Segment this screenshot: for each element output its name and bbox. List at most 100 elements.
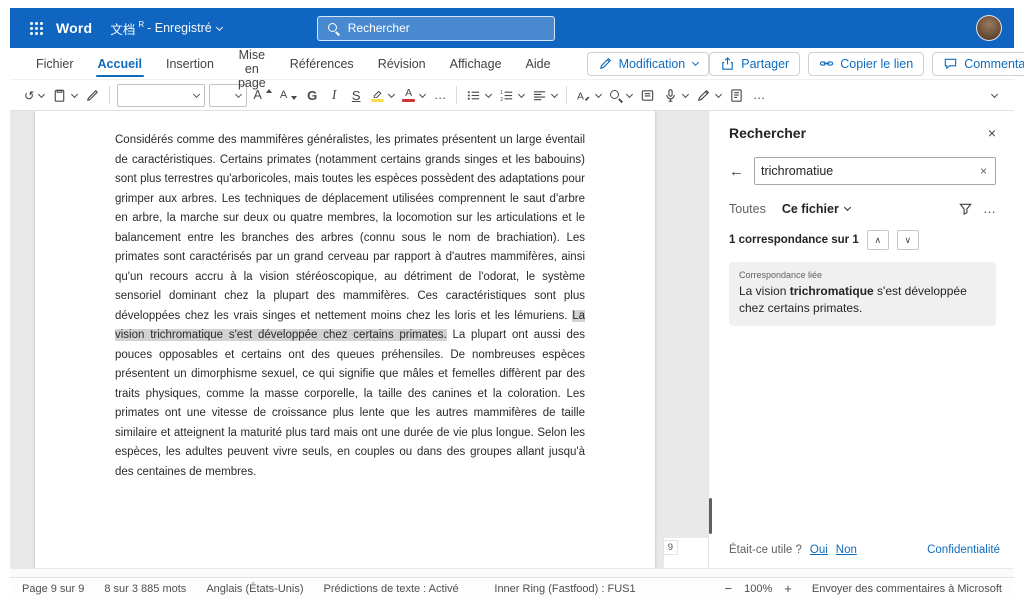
caret-down-icon <box>291 96 297 100</box>
reader-view-button[interactable] <box>636 82 659 108</box>
find-button[interactable] <box>605 82 636 108</box>
tab-insertion[interactable]: Insertion <box>154 48 226 79</box>
styles-icon: A <box>576 88 591 103</box>
matched-term: trichromatique <box>790 284 874 298</box>
chevron-down-icon <box>682 90 689 97</box>
dictate-button[interactable] <box>659 82 692 108</box>
language-status[interactable]: Anglais (États-Unis) <box>206 583 303 595</box>
find-search-row: ← × <box>729 157 996 185</box>
italic-button[interactable]: I <box>323 82 345 108</box>
send-feedback-link[interactable]: Envoyer des commentaires à Microsoft <box>812 583 1002 595</box>
tab-mise-en-page[interactable]: Mise en page <box>226 48 278 79</box>
status-right: − 100% + Envoyer des commentaires à Micr… <box>723 581 1002 596</box>
caret-up-icon <box>266 89 272 93</box>
find-pane: Rechercher × ← × Toutes <box>708 111 1014 568</box>
chevron-down-icon <box>419 90 426 97</box>
app-name[interactable]: Word <box>56 20 92 36</box>
tab-aide[interactable]: Aide <box>514 48 563 79</box>
font-color-button[interactable]: A <box>398 82 429 108</box>
paste-button[interactable] <box>48 82 81 108</box>
word-web-app: Word 文档 R - Enregistré Rechercher Fichie… <box>10 8 1014 600</box>
font-color-icon: A <box>402 88 415 103</box>
bullet-list-button[interactable] <box>462 82 495 108</box>
search-result-card[interactable]: Correspondance liée La vision trichromat… <box>729 262 996 326</box>
find-input[interactable] <box>761 164 978 178</box>
feedback-no-link[interactable]: Non <box>836 544 857 556</box>
back-button[interactable]: ← <box>729 163 744 180</box>
highlighter-icon <box>371 88 384 102</box>
ellipsis-icon: … <box>983 201 996 216</box>
paragraph-text: La plupart ont aussi des pouces opposabl… <box>115 329 585 478</box>
shrink-font-icon: A <box>280 89 287 101</box>
copy-link-button[interactable]: Copier le lien <box>808 52 924 76</box>
comment-icon <box>943 56 958 71</box>
zoom-out-button[interactable]: − <box>723 581 735 596</box>
privacy-link[interactable]: Confidentialité <box>927 544 1000 556</box>
editor-button[interactable] <box>692 82 725 108</box>
zoom-level[interactable]: 100% <box>744 583 772 595</box>
link-icon <box>819 56 834 71</box>
designer-button[interactable] <box>725 82 748 108</box>
scope-file-dropdown[interactable]: Ce fichier <box>782 202 850 216</box>
separator <box>566 86 567 104</box>
ellipsis-icon: … <box>434 88 447 102</box>
tab-affichage[interactable]: Affichage <box>438 48 514 79</box>
mode-switch-label: Modification <box>619 57 686 71</box>
scope-all-tab[interactable]: Toutes <box>729 202 766 216</box>
font-name-select[interactable] <box>117 84 205 107</box>
filter-icon[interactable] <box>958 201 973 216</box>
horizontal-scrollbar[interactable] <box>10 568 1014 577</box>
bullet-list-icon <box>466 88 481 103</box>
more-font-options-button[interactable]: … <box>429 82 451 108</box>
menu-bar: Fichier Accueil Insertion Mise en page R… <box>10 48 1014 80</box>
previous-match-button[interactable]: ∧ <box>867 230 889 250</box>
share-button[interactable]: Partager <box>709 52 800 76</box>
avatar[interactable] <box>976 15 1002 41</box>
document-paragraph[interactable]: Considérés comme des mammifères générali… <box>115 131 585 482</box>
comments-button[interactable]: Commentaires <box>932 52 1024 76</box>
more-commands-button[interactable]: … <box>748 82 770 108</box>
scope-tools: … <box>958 201 996 216</box>
feedback-yes-link[interactable]: Oui <box>810 544 828 556</box>
chevron-down-icon <box>844 204 851 211</box>
word-count-status[interactable]: 8 sur 3 885 mots <box>104 583 186 595</box>
comments-label: Commentaires <box>964 57 1024 71</box>
chevron-down-icon <box>551 90 558 97</box>
status-left: Page 9 sur 9 8 sur 3 885 mots Anglais (É… <box>22 583 459 595</box>
tab-accueil[interactable]: Accueil <box>86 48 154 79</box>
global-search[interactable]: Rechercher <box>317 16 555 41</box>
text-predictions-status[interactable]: Prédictions de texte : Activé <box>324 583 459 595</box>
designer-doc-icon <box>729 88 744 103</box>
find-pane-header: Rechercher × <box>729 125 996 141</box>
tab-revision[interactable]: Révision <box>366 48 438 79</box>
align-button[interactable] <box>528 82 561 108</box>
italic-icon: I <box>332 87 337 103</box>
tab-references[interactable]: Références <box>278 48 366 79</box>
find-pane-title: Rechercher <box>729 125 806 141</box>
next-match-button[interactable]: ∨ <box>897 230 919 250</box>
format-painter-button[interactable] <box>81 82 104 108</box>
chevron-down-icon <box>990 90 997 97</box>
clear-search-button[interactable]: × <box>978 164 989 178</box>
shrink-font-button[interactable]: A <box>276 82 301 108</box>
document-title[interactable]: 文档 R - Enregistré <box>110 19 221 38</box>
tab-fichier[interactable]: Fichier <box>24 48 86 79</box>
styles-button[interactable]: A <box>572 82 605 108</box>
bold-button[interactable]: G <box>301 82 323 108</box>
zoom-in-button[interactable]: + <box>782 581 794 596</box>
pane-more-button[interactable]: … <box>983 201 996 216</box>
undo-button[interactable]: ↺ <box>20 82 48 108</box>
save-status: - Enregistré <box>147 21 212 35</box>
numbered-list-button[interactable]: 1 2 <box>495 82 528 108</box>
document-page[interactable]: Considérés comme des mammifères générali… <box>35 111 655 568</box>
page-count-status[interactable]: Page 9 sur 9 <box>22 583 84 595</box>
pane-scrollbar-thumb[interactable] <box>709 498 712 534</box>
ribbon-collapse-button[interactable] <box>982 82 1004 108</box>
underline-button[interactable]: S <box>345 82 367 108</box>
waffle-icon <box>30 22 43 35</box>
close-pane-button[interactable]: × <box>988 125 996 141</box>
mode-switch-button[interactable]: Modification <box>587 52 710 76</box>
app-launcher-button[interactable] <box>22 14 50 42</box>
bold-icon: G <box>307 88 317 103</box>
highlight-color-button[interactable] <box>367 82 398 108</box>
